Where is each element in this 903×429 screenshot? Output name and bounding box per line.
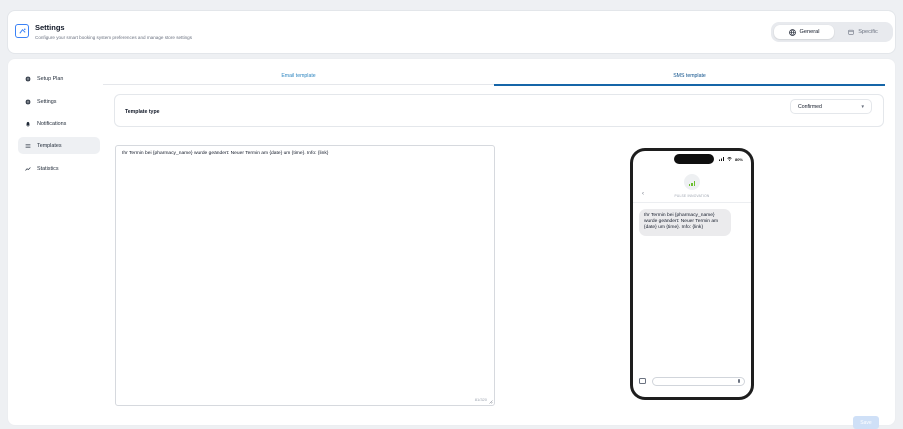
sidebar-item-templates[interactable]: Templates: [18, 137, 100, 154]
tab-sms-template[interactable]: SMS template: [494, 67, 885, 86]
sidebar-item-setup-plan[interactable]: Setup Plan: [18, 70, 100, 87]
gear-icon: [25, 75, 31, 82]
battery-level: 80%: [734, 157, 743, 162]
calendar-icon: [848, 29, 854, 35]
camera-icon: [639, 378, 646, 384]
divider: [633, 202, 751, 203]
sender-logo-icon: [684, 174, 700, 190]
specific-label: Specific: [858, 29, 878, 35]
resize-handle-icon[interactable]: [488, 399, 493, 404]
sidebar-item-label: Statistics: [37, 165, 59, 172]
sidebar-item-label: Notifications: [37, 120, 67, 127]
trend-line-icon: [25, 166, 31, 171]
sidebar-item-label: Templates: [37, 142, 62, 149]
bell-icon: [26, 121, 30, 127]
chevron-down-icon: ▼: [860, 104, 865, 109]
sidebar-item-statistics[interactable]: Statistics: [18, 160, 100, 177]
template-type-select[interactable]: Confirmed ▼: [790, 99, 872, 114]
mic-icon: [737, 379, 740, 383]
sms-template-textarea[interactable]: Ihr Termin bei {pharmacy_name} wurde geä…: [115, 145, 495, 406]
scope-segmented-control: General Specific: [771, 22, 893, 42]
message-input: [652, 376, 745, 386]
template-type-label: Template type: [125, 109, 160, 115]
page-subtitle: Configure your smart booking system pref…: [35, 35, 193, 40]
sidebar-item-label: Settings: [37, 98, 57, 105]
template-type-card: Template type Confirmed ▼: [114, 94, 884, 127]
sidebar-item-label: Setup Plan: [37, 75, 64, 82]
list-icon: [25, 143, 31, 148]
character-counter: 81/320: [474, 397, 487, 402]
sidebar-item-notifications[interactable]: Notifications: [18, 115, 100, 132]
message-composer: [639, 376, 745, 386]
sidebar-item-settings[interactable]: Settings: [18, 93, 100, 110]
signal-icon: [718, 157, 724, 161]
specific-toggle[interactable]: Specific: [835, 25, 891, 39]
template-tabs: Email template SMS template: [103, 67, 885, 86]
dynamic-island: [674, 154, 714, 164]
wifi-icon: [727, 157, 732, 161]
settings-header: Settings Configure your smart booking sy…: [7, 10, 896, 54]
main-content: Setup Plan Settings Notifications Templa…: [7, 58, 896, 429]
settings-app-icon: [15, 24, 29, 38]
general-label: General: [799, 29, 820, 35]
phone-status-bar: 80%: [718, 157, 743, 162]
save-button[interactable]: Save: [853, 416, 879, 429]
sms-preview-bubble: Ihr Termin bei {pharmacy_name} wurde geä…: [639, 209, 731, 236]
tab-email-template[interactable]: Email template: [103, 67, 494, 85]
page-title: Settings: [35, 23, 65, 32]
gear-icon: [25, 98, 31, 105]
sender-name: PULSE INNOVATION: [674, 194, 710, 198]
template-type-value: Confirmed: [798, 103, 822, 110]
sms-template-text: Ihr Termin bei {pharmacy_name} wurde geä…: [122, 151, 329, 156]
globe-icon: [788, 28, 796, 36]
general-toggle[interactable]: General: [774, 25, 834, 39]
phone-preview: 80% ‹ PULSE INNOVATION Ihr Termin bei {p…: [630, 148, 754, 400]
